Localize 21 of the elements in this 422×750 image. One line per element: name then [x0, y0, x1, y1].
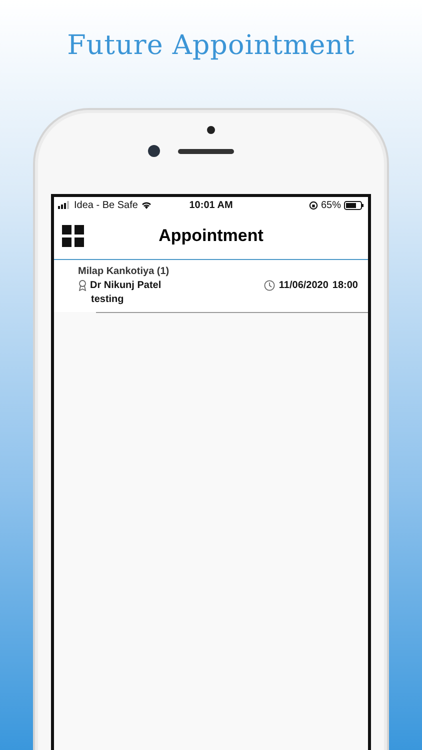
- headline: Future Appointment: [67, 30, 355, 61]
- camera-icon: [148, 145, 160, 157]
- appointment-item[interactable]: Milap Kankotiya (1) Dr Nikunj Patel 11/06/2020 18:00 testing: [54, 260, 368, 312]
- speaker-grille: [178, 148, 234, 154]
- doctor-name: Dr Nikunj Patel: [90, 280, 162, 291]
- status-time: 10:01 AM: [189, 200, 233, 210]
- carrier-label: Idea - Be Safe: [74, 200, 138, 210]
- wifi-icon: [140, 201, 152, 209]
- rotation-lock-icon: [309, 200, 318, 210]
- sensor-dot: [207, 126, 215, 134]
- patient-name: Milap Kankotiya (1): [78, 266, 170, 277]
- appointment-date: 11/06/2020: [278, 280, 328, 291]
- screen-title: Appointment: [158, 226, 264, 246]
- appointment-note: testing: [91, 294, 125, 307]
- battery-percent: 65%: [321, 200, 342, 210]
- clock-icon: [264, 280, 275, 291]
- signal-icon: [58, 201, 71, 209]
- grid-menu-icon[interactable]: [62, 225, 84, 247]
- battery-icon: [344, 200, 364, 210]
- ribbon-icon: [78, 280, 87, 291]
- appointment-time: 18:00: [332, 280, 358, 291]
